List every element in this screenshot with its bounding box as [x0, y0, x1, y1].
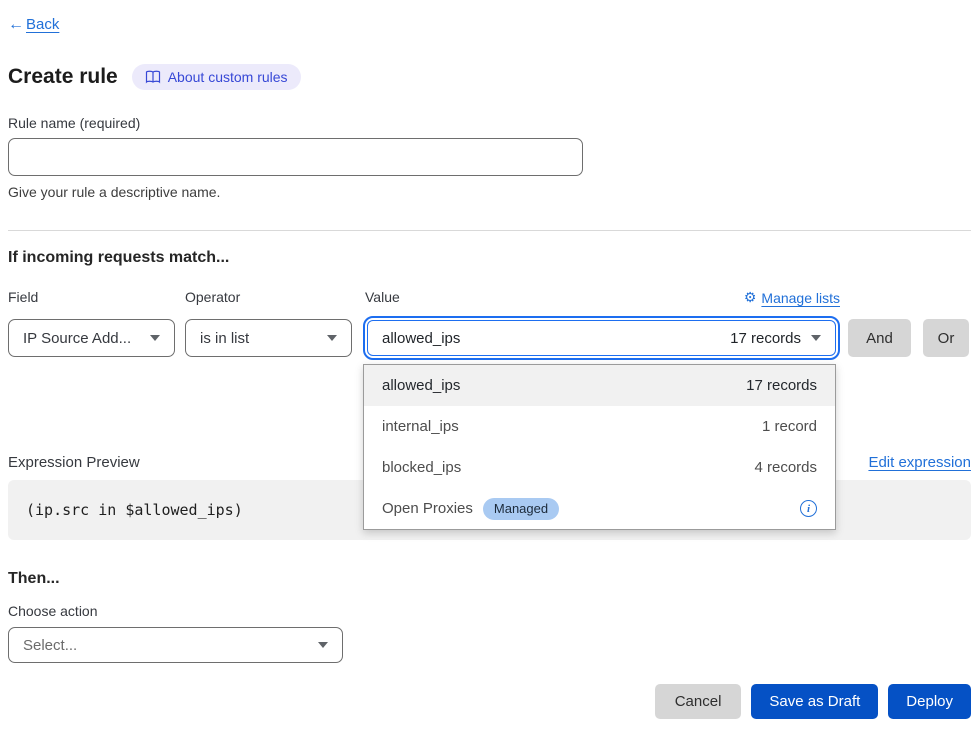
action-select[interactable]: Select... — [8, 627, 343, 663]
field-select-value: IP Source Add... — [23, 330, 140, 347]
list-item-records: 1 record — [762, 418, 817, 435]
list-item-records: 17 records — [746, 377, 817, 394]
list-item-records: 4 records — [754, 459, 817, 476]
then-section-heading: Then... — [8, 570, 971, 588]
list-item-internal-ips[interactable]: internal_ips 1 record — [364, 406, 835, 447]
choose-action-label: Choose action — [8, 603, 971, 619]
chevron-down-icon — [318, 642, 328, 648]
page-title: Create rule — [8, 65, 118, 89]
list-item-name: Open Proxies — [382, 500, 473, 517]
list-dropdown-panel: allowed_ips 17 records internal_ips 1 re… — [363, 364, 836, 530]
operator-select[interactable]: is in list — [185, 319, 352, 357]
list-item-name: blocked_ips — [382, 459, 461, 476]
rule-name-input[interactable] — [8, 138, 583, 176]
manage-lists-link[interactable]: ⚙ Manage lists — [744, 289, 840, 306]
action-select-placeholder: Select... — [23, 637, 308, 654]
save-as-draft-button[interactable]: Save as Draft — [751, 684, 878, 719]
rule-name-label: Rule name (required) — [8, 115, 971, 131]
and-button[interactable]: And — [848, 319, 911, 357]
value-select-focus-ring: allowed_ips 17 records — [363, 316, 840, 360]
edit-expression-link[interactable]: Edit expression — [868, 454, 971, 471]
cancel-button[interactable]: Cancel — [655, 684, 742, 719]
about-custom-rules-label: About custom rules — [168, 69, 288, 85]
list-item-name: allowed_ips — [382, 377, 460, 394]
value-label: Value — [365, 289, 744, 306]
expression-preview-label: Expression Preview — [8, 454, 140, 471]
edit-expression-label: Edit expression — [868, 454, 971, 471]
chevron-down-icon — [327, 335, 337, 341]
list-item-allowed-ips[interactable]: allowed_ips 17 records — [364, 365, 835, 406]
manage-lists-label: Manage lists — [761, 290, 840, 306]
info-icon[interactable]: i — [800, 500, 817, 517]
deploy-button[interactable]: Deploy — [888, 684, 971, 719]
about-custom-rules-link[interactable]: About custom rules — [132, 64, 301, 90]
match-section-heading: If incoming requests match... — [8, 249, 971, 267]
operator-label: Operator — [185, 289, 365, 306]
section-divider — [8, 230, 971, 231]
back-link[interactable]: ←Back — [8, 16, 59, 33]
value-select[interactable]: allowed_ips 17 records — [367, 320, 836, 356]
gear-icon: ⚙ — [744, 289, 757, 306]
back-link-label: Back — [26, 16, 59, 33]
rule-name-helper-text: Give your rule a descriptive name. — [8, 184, 971, 200]
list-item-name: internal_ips — [382, 418, 459, 435]
back-arrow-icon: ← — [8, 16, 24, 33]
list-item-blocked-ips[interactable]: blocked_ips 4 records — [364, 447, 835, 488]
chevron-down-icon — [811, 335, 821, 341]
managed-badge: Managed — [483, 498, 559, 520]
field-label: Field — [8, 289, 185, 306]
or-button[interactable]: Or — [923, 319, 969, 357]
expression-code: (ip.src in $allowed_ips) — [26, 501, 243, 519]
list-item-open-proxies[interactable]: Open Proxies Managed i — [364, 488, 835, 529]
field-select[interactable]: IP Source Add... — [8, 319, 175, 357]
value-select-name: allowed_ips — [382, 330, 460, 347]
chevron-down-icon — [150, 335, 160, 341]
value-select-records: 17 records — [730, 330, 801, 347]
operator-select-value: is in list — [200, 330, 317, 347]
book-icon — [145, 70, 161, 84]
